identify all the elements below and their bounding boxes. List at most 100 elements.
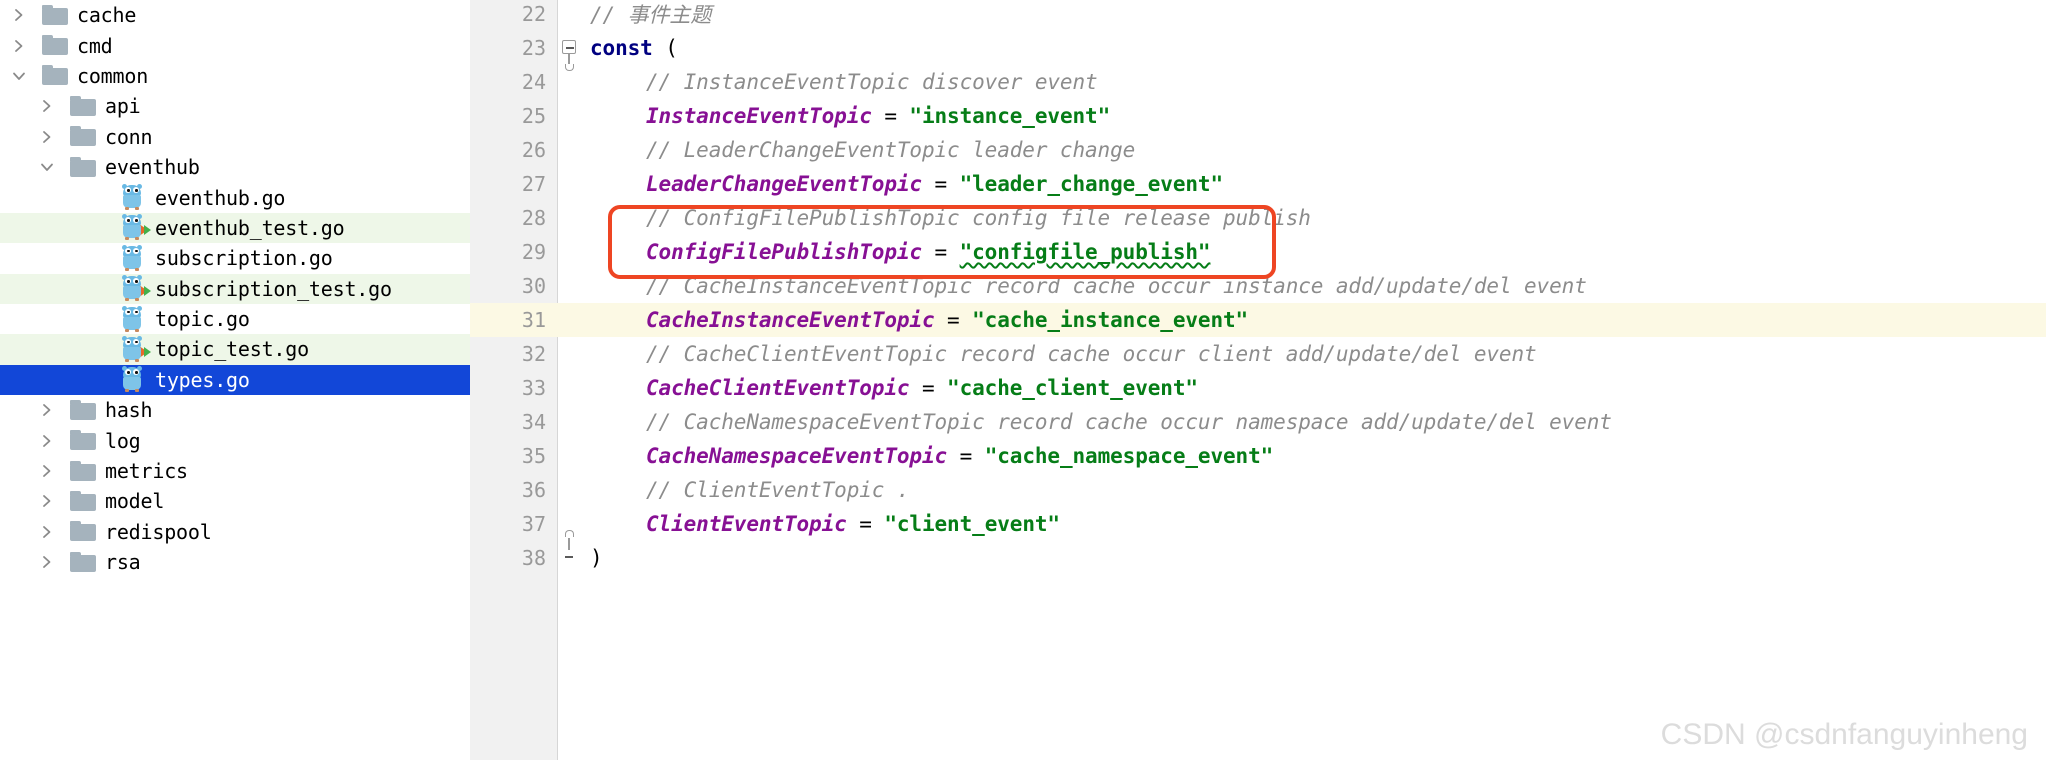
tree-item-topic-go[interactable]: topic.go bbox=[0, 304, 470, 334]
code-line-text: ) bbox=[590, 541, 603, 575]
tree-item-eventhub[interactable]: eventhub bbox=[0, 152, 470, 182]
tree-item-model[interactable]: model bbox=[0, 486, 470, 516]
chevron-right-icon[interactable] bbox=[8, 35, 30, 57]
line-number: 38 bbox=[521, 546, 546, 570]
code-line-24[interactable]: 24 // InstanceEventTopic discover event bbox=[470, 65, 2046, 99]
code-line-text: // InstanceEventTopic discover event bbox=[646, 65, 1098, 99]
code-line-text: ClientEventTopic = "client_event" bbox=[646, 507, 1060, 541]
code-token: = bbox=[959, 444, 973, 468]
tree-item-label: api bbox=[105, 94, 141, 119]
code-line-28[interactable]: 28 // ConfigFilePublishTopic config file … bbox=[470, 201, 2046, 235]
tree-item-cache[interactable]: cache bbox=[0, 0, 470, 30]
line-number: 29 bbox=[521, 240, 546, 264]
chevron-right-icon[interactable] bbox=[36, 521, 58, 543]
folder-icon bbox=[70, 126, 96, 147]
tree-item-redispool[interactable]: redispool bbox=[0, 517, 470, 547]
tree-item-conn[interactable]: conn bbox=[0, 122, 470, 152]
tree-item-label: cmd bbox=[77, 33, 113, 58]
tree-item-common[interactable]: common bbox=[0, 61, 470, 91]
tree-item-label: topic.go bbox=[155, 307, 250, 332]
code-line-30[interactable]: 30 // CacheInstanceEventTopic record cach… bbox=[470, 269, 2046, 303]
tree-item-eventhub-go[interactable]: eventhub.go bbox=[0, 182, 470, 212]
code-line-34[interactable]: 34 // CacheNamespaceEventTopic record cac… bbox=[470, 405, 2046, 439]
tree-item-types-go[interactable]: types.go bbox=[0, 364, 470, 396]
code-line-29[interactable]: 29 ConfigFilePublishTopic = "configfile_p… bbox=[470, 235, 2046, 269]
go-test-file-icon bbox=[120, 335, 151, 362]
code-line-text: // CacheInstanceEventTopic record cache … bbox=[646, 269, 1587, 303]
code-line-25[interactable]: 25 InstanceEventTopic = "instance_event" bbox=[470, 99, 2046, 133]
code-line-35[interactable]: 35 CacheNamespaceEventTopic = "cache_name… bbox=[470, 439, 2046, 473]
chevron-right-icon[interactable] bbox=[36, 95, 58, 117]
code-line-33[interactable]: 33 CacheClientEventTopic = "cache_client_… bbox=[470, 371, 2046, 405]
tree-item-log[interactable]: log bbox=[0, 425, 470, 455]
code-line-text: // ClientEventTopic . bbox=[646, 473, 910, 507]
line-number: 34 bbox=[521, 410, 546, 434]
editor-pane[interactable]: 22// 事件主题 23 const (24// InstanceEventTopi… bbox=[470, 0, 2046, 760]
chevron-right-icon[interactable] bbox=[36, 460, 58, 482]
code-line-text: CacheNamespaceEventTopic = "cache_namesp… bbox=[646, 439, 1273, 473]
code-token: = bbox=[934, 172, 948, 196]
code-token: // 事件主题 bbox=[590, 3, 712, 27]
code-token: CacheNamespaceEventTopic bbox=[646, 444, 948, 468]
folder-icon bbox=[70, 490, 96, 512]
tree-item-rsa[interactable]: rsa bbox=[0, 547, 470, 577]
code-content[interactable]: 22// 事件主题 23 const (24// InstanceEventTopi… bbox=[470, 0, 2046, 760]
code-line-26[interactable]: 26 // LeaderChangeEventTopic leader chang… bbox=[470, 133, 2046, 167]
go-file-icon bbox=[120, 184, 144, 211]
chevron-right-icon[interactable] bbox=[36, 551, 58, 573]
chevron-right-icon[interactable] bbox=[36, 126, 58, 148]
code-line-27[interactable]: 27 LeaderChangeEventTopic = "leader_chang… bbox=[470, 167, 2046, 201]
code-line-31[interactable]: 31 CacheInstanceEventTopic = "cache_insta… bbox=[470, 303, 2046, 337]
chevron-down-icon[interactable] bbox=[8, 65, 30, 87]
code-line-32[interactable]: 32 // CacheClientEventTopic record cache … bbox=[470, 337, 2046, 371]
folder-icon bbox=[70, 551, 96, 573]
line-number: 37 bbox=[521, 512, 546, 536]
fold-collapse-icon[interactable] bbox=[562, 40, 578, 71]
chevron-down-icon[interactable] bbox=[36, 156, 58, 178]
code-line-22[interactable]: 22 // 事件主题 bbox=[470, 0, 2046, 31]
tree-item-topic-test-go[interactable]: topic_test.go bbox=[0, 334, 470, 365]
code-token: CacheInstanceEventTopic bbox=[646, 308, 935, 332]
tree-item-subscription-go[interactable]: subscription.go bbox=[0, 243, 470, 273]
folder-open-icon bbox=[70, 156, 96, 178]
tree-item-eventhub-test-go[interactable]: eventhub_test.go bbox=[0, 212, 470, 244]
tree-item-metrics[interactable]: metrics bbox=[0, 456, 470, 486]
code-line-text: // CacheClientEventTopic record cache oc… bbox=[646, 337, 1537, 371]
code-token: = bbox=[947, 308, 960, 332]
tree-item-hash[interactable]: hash bbox=[0, 395, 470, 425]
code-token: = bbox=[859, 512, 872, 536]
code-line-36[interactable]: 36 // ClientEventTopic . bbox=[470, 473, 2046, 507]
line-number: 23 bbox=[521, 36, 546, 60]
chevron-right-icon[interactable] bbox=[36, 430, 58, 452]
code-line-text: // ConfigFilePublishTopic config file re… bbox=[646, 201, 1311, 235]
code-token: ConfigFilePublishTopic bbox=[646, 240, 922, 264]
tree-item-cmd[interactable]: cmd bbox=[0, 30, 470, 60]
code-line-text: ConfigFilePublishTopic = "configfile_pub… bbox=[646, 235, 1211, 269]
file-tree-list[interactable]: cache cmd common api conn eventhub eventhub.go… bbox=[0, 0, 470, 577]
chevron-right-icon[interactable] bbox=[36, 399, 58, 421]
tree-item-label: conn bbox=[105, 124, 153, 149]
code-line-38[interactable]: 38) bbox=[470, 530, 2046, 575]
code-line-37[interactable]: 37 ClientEventTopic = "client_event" bbox=[470, 507, 2046, 541]
code-token: = bbox=[884, 104, 897, 128]
fold-end-icon[interactable] bbox=[562, 530, 578, 566]
code-line-text: LeaderChangeEventTopic = "leader_change_… bbox=[646, 167, 1223, 201]
tree-item-label: subscription.go bbox=[155, 246, 333, 271]
code-line-text: InstanceEventTopic = "instance_event" bbox=[646, 99, 1110, 133]
code-line-23[interactable]: 23 const ( bbox=[470, 31, 2046, 71]
tree-item-subscription-test-go[interactable]: subscription_test.go bbox=[0, 273, 470, 304]
chevron-right-icon[interactable] bbox=[36, 490, 58, 512]
code-token: LeaderChangeEventTopic bbox=[646, 172, 922, 196]
chevron-right-icon[interactable] bbox=[8, 4, 30, 26]
code-token: // ConfigFilePublishTopic config file re… bbox=[646, 206, 1311, 230]
tree-item-api[interactable]: api bbox=[0, 91, 470, 121]
